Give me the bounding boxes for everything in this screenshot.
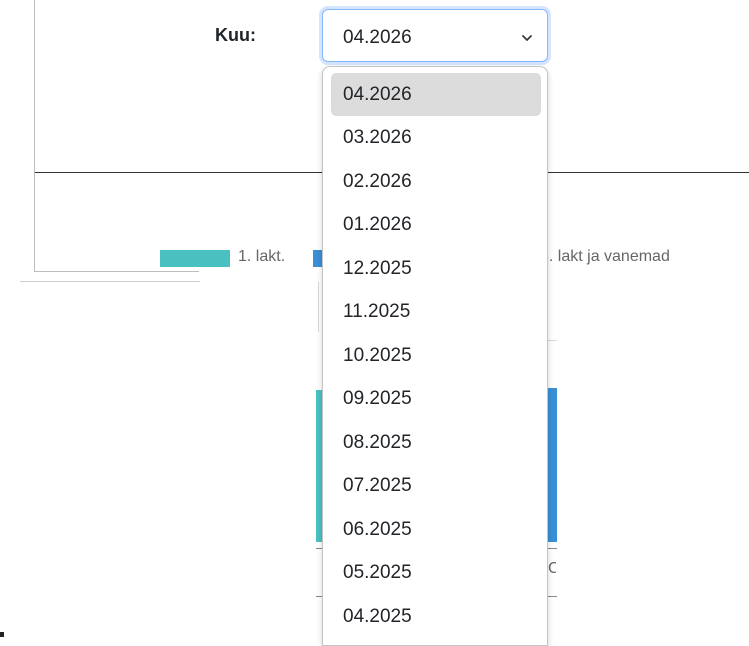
option-04-2025[interactable]: 04.2025	[331, 595, 541, 638]
chart-gridline	[548, 340, 557, 341]
chart-axis-line	[548, 548, 557, 549]
option-10-2025[interactable]: 10.2025	[331, 334, 541, 377]
month-select[interactable]: 04.2026	[322, 9, 548, 62]
option-11-2025[interactable]: 11.2025	[331, 290, 541, 333]
option-02-2026[interactable]: 02.2026	[331, 160, 541, 203]
chart-gridline	[318, 282, 319, 332]
option-03-2026[interactable]: 03.2026	[331, 116, 541, 159]
axis-tick-label: C	[548, 560, 556, 577]
legend-label-1[interactable]: 1. lakt.	[238, 248, 285, 266]
month-dropdown-list[interactable]: 04.2026 03.2026 02.2026 01.2026 12.2025 …	[322, 66, 548, 646]
mouse-cursor	[0, 632, 4, 637]
month-select-value: 04.2026	[343, 27, 412, 48]
legend-label-3[interactable]: 3. lakt ja vanemad	[540, 248, 670, 266]
option-12-2025[interactable]: 12.2025	[331, 247, 541, 290]
option-06-2025[interactable]: 06.2025	[331, 508, 541, 551]
month-label: Kuu:	[215, 25, 256, 45]
panel-edge	[20, 281, 200, 282]
option-05-2025[interactable]: 05.2025	[331, 551, 541, 594]
panel-bottom-border	[34, 271, 199, 272]
chart-bar	[548, 388, 557, 542]
option-07-2025[interactable]: 07.2025	[331, 464, 541, 507]
option-09-2025[interactable]: 09.2025	[331, 377, 541, 420]
legend-swatch-1[interactable]	[160, 250, 230, 267]
option-01-2026[interactable]: 01.2026	[331, 203, 541, 246]
option-04-2026[interactable]: 04.2026	[331, 73, 541, 116]
option-08-2025[interactable]: 08.2025	[331, 421, 541, 464]
chart-axis-line	[548, 596, 557, 597]
panel-border	[34, 0, 35, 272]
chevron-down-icon	[522, 35, 532, 41]
